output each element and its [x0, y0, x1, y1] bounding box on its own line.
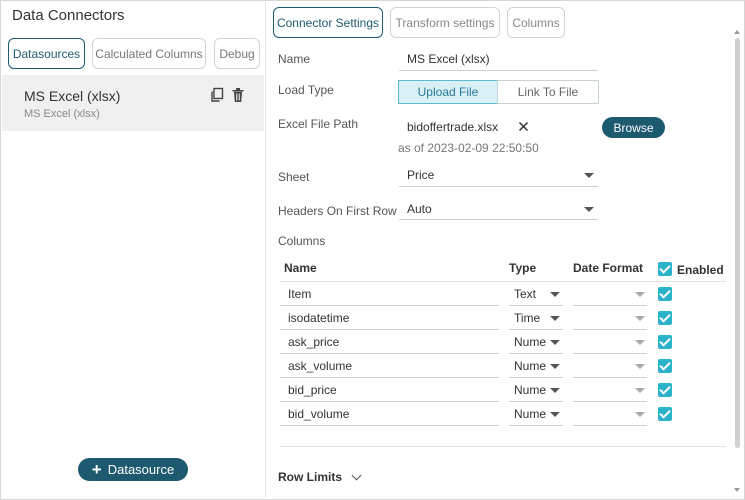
file-name: bidoffertrade.xlsx: [407, 120, 499, 134]
enabled-checkbox[interactable]: [658, 359, 672, 373]
enabled-checkbox[interactable]: [658, 407, 672, 421]
column-name-input[interactable]: ask_price: [288, 335, 339, 349]
column-header-name: Name: [284, 261, 317, 275]
clear-file-icon[interactable]: [518, 121, 529, 132]
sheet-select-underline: [399, 186, 598, 187]
tab-calculated-columns[interactable]: Calculated Columns: [92, 38, 206, 69]
enabled-checkbox[interactable]: [658, 335, 672, 349]
column-name-input[interactable]: isodatetime: [288, 311, 349, 325]
column-name-underline: [280, 353, 499, 354]
column-type-select[interactable]: Time: [514, 311, 540, 325]
scroll-down-arrow[interactable]: [734, 488, 740, 492]
column-header-type: Type: [509, 261, 537, 275]
column-name-underline: [280, 329, 499, 330]
date-format-dropdown-icon[interactable]: [635, 364, 645, 369]
type-dropdown-icon[interactable]: [550, 316, 560, 321]
column-name-input[interactable]: bid_volume: [288, 407, 349, 421]
column-name-underline: [280, 401, 499, 402]
type-dropdown-icon[interactable]: [550, 388, 560, 393]
date-format-dropdown-icon[interactable]: [635, 292, 645, 297]
column-type-underline: [509, 377, 563, 378]
browse-button[interactable]: Browse: [602, 117, 665, 138]
column-name-input[interactable]: ask_volume: [288, 359, 352, 373]
column-name-input[interactable]: bid_price: [288, 383, 337, 397]
column-name-underline: [280, 305, 499, 306]
tab-debug[interactable]: Debug: [214, 38, 260, 69]
name-label: Name: [278, 52, 311, 66]
type-dropdown-icon[interactable]: [550, 340, 560, 345]
date-format-underline: [573, 329, 647, 330]
date-format-dropdown-icon[interactable]: [635, 388, 645, 393]
column-type-select[interactable]: Nume: [514, 407, 546, 421]
date-format-underline: [573, 401, 647, 402]
trash-icon[interactable]: [230, 87, 246, 103]
type-dropdown-icon[interactable]: [550, 292, 560, 297]
column-type-underline: [509, 353, 563, 354]
enabled-checkbox[interactable]: [658, 311, 672, 325]
column-name-underline: [280, 377, 499, 378]
date-format-underline: [573, 305, 647, 306]
enabled-checkbox[interactable]: [658, 383, 672, 397]
column-name-underline: [280, 425, 499, 426]
datasource-name: MS Excel (xlsx): [24, 88, 121, 104]
column-type-select[interactable]: Nume: [514, 383, 546, 397]
headers-select-underline: [399, 219, 598, 220]
sheet-select[interactable]: Price: [407, 168, 434, 182]
columns-label: Columns: [278, 234, 326, 248]
sheet-dropdown-icon[interactable]: [584, 173, 594, 178]
column-type-select[interactable]: Nume: [514, 359, 546, 373]
file-timestamp: as of 2023-02-09 22:50:50: [398, 141, 539, 155]
date-format-underline: [573, 425, 647, 426]
type-dropdown-icon[interactable]: [550, 364, 560, 369]
tab-columns[interactable]: Columns: [507, 7, 565, 38]
column-type-select[interactable]: Text: [514, 287, 536, 301]
column-header-date-format: Date Format: [573, 261, 644, 275]
excel-file-path-label: Excel File Path: [278, 117, 359, 131]
add-datasource-button[interactable]: + Datasource: [78, 458, 188, 481]
headers-on-first-row-label: Headers On First Row: [278, 204, 397, 218]
panel-title: Data Connectors: [12, 7, 125, 24]
upload-file-option[interactable]: Upload File: [398, 80, 498, 104]
row-limits-section[interactable]: Row Limits: [278, 470, 342, 484]
column-type-underline: [509, 401, 563, 402]
copy-icon[interactable]: [209, 87, 225, 103]
tab-transform-settings[interactable]: Transform settings: [390, 7, 500, 38]
headers-dropdown-icon[interactable]: [584, 207, 594, 212]
column-name-input[interactable]: Item: [288, 287, 311, 301]
headers-select[interactable]: Auto: [407, 202, 432, 216]
link-to-file-option[interactable]: Link To File: [497, 80, 599, 104]
sheet-label: Sheet: [278, 170, 310, 184]
column-type-underline: [509, 329, 563, 330]
scrollbar[interactable]: [735, 38, 740, 448]
table-bottom-divider: [280, 446, 726, 447]
enabled-checkbox[interactable]: [658, 287, 672, 301]
type-dropdown-icon[interactable]: [550, 412, 560, 417]
plus-icon: +: [91, 460, 102, 479]
date-format-underline: [573, 377, 647, 378]
name-input[interactable]: MS Excel (xlsx): [407, 52, 490, 66]
column-type-select[interactable]: Nume: [514, 335, 546, 349]
datasource-list-item[interactable]: MS Excel (xlsx) MS Excel (xlsx): [2, 75, 264, 131]
tab-connector-settings[interactable]: Connector Settings: [273, 7, 383, 38]
enable-all-checkbox[interactable]: [658, 262, 672, 276]
date-format-dropdown-icon[interactable]: [635, 316, 645, 321]
datasource-type: MS Excel (xlsx): [24, 108, 100, 120]
date-format-dropdown-icon[interactable]: [635, 340, 645, 345]
column-header-enabled: Enabled: [677, 263, 724, 277]
tab-datasources[interactable]: Datasources: [8, 38, 85, 69]
load-type-label: Load Type: [278, 83, 334, 97]
name-input-underline: [399, 70, 598, 71]
add-datasource-label: Datasource: [107, 462, 175, 477]
scroll-up-arrow[interactable]: [734, 30, 740, 34]
table-header-divider: [280, 281, 726, 282]
column-type-underline: [509, 305, 563, 306]
column-type-underline: [509, 425, 563, 426]
date-format-dropdown-icon[interactable]: [635, 412, 645, 417]
date-format-underline: [573, 353, 647, 354]
